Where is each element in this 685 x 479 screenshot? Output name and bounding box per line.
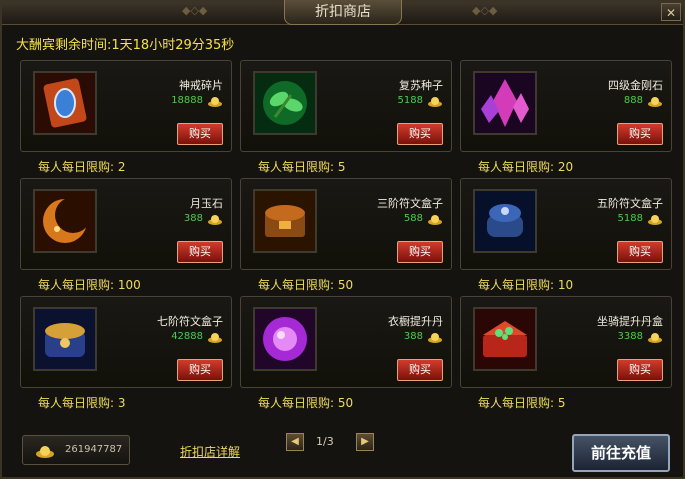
window-title: 折扣商店 (284, 0, 402, 25)
shop-item-card: 神戒碎片 18888 购买 (20, 60, 232, 152)
shop-item-card: 衣橱提升丹 388 购买 (240, 296, 452, 388)
shop-item-card: 五阶符文盒子 5188 购买 (460, 178, 672, 270)
mount-pill-box-icon (473, 307, 537, 371)
title-ornament-right: ◆◇◆ (472, 4, 498, 17)
item-price: 3388 (617, 331, 643, 342)
prev-page-button[interactable]: ◀ (286, 433, 304, 451)
moon-jade-icon (33, 189, 97, 253)
gold-ingot-icon (648, 215, 662, 225)
item-name: 三阶符文盒子 (377, 197, 443, 210)
shop-item-card: 月玉石 388 购买 (20, 178, 232, 270)
daily-limit-text: 每人每日限购: 5 (478, 396, 566, 410)
sale-timer: 大酬宾剩余时间:1天18小时29分35秒 (16, 38, 235, 53)
item-price: 18888 (171, 95, 203, 106)
buy-button[interactable]: 购买 (617, 359, 663, 381)
shop-details-link[interactable]: 折扣店详解 (180, 443, 240, 460)
buy-button[interactable]: 购买 (397, 123, 443, 145)
item-price: 588 (403, 213, 423, 224)
daily-limit-text: 每人每日限购: 3 (38, 396, 126, 410)
buy-button[interactable]: 购买 (177, 241, 223, 263)
daily-limit-text: 每人每日限购: 50 (258, 396, 354, 410)
gold-ingot-icon (208, 215, 222, 225)
gold-amount: 261947787 (65, 444, 123, 455)
daily-limit-text: 每人每日限购: 10 (478, 278, 574, 292)
buy-button[interactable]: 购买 (617, 123, 663, 145)
item-price: 888 (623, 95, 643, 106)
item-name: 七阶符文盒子 (157, 315, 223, 328)
item-price: 42888 (171, 331, 203, 342)
buy-button[interactable]: 购买 (177, 123, 223, 145)
daily-limit-text: 每人每日限购: 20 (478, 160, 574, 174)
shop-item-card: 复苏种子 5188 购买 (240, 60, 452, 152)
gold-ingot-icon (428, 215, 442, 225)
discount-shop-window: ◆◇◆ 折扣商店 ◆◇◆ ✕ 大酬宾剩余时间:1天18小时29分35秒 神戒碎片… (0, 0, 685, 479)
gold-ingot-icon (208, 97, 222, 107)
item-price: 388 (403, 331, 423, 342)
rune-box-5-icon (473, 189, 537, 253)
recharge-button[interactable]: 前往充值 (572, 434, 670, 472)
item-name: 复苏种子 (399, 79, 443, 92)
crystal-icon (473, 71, 537, 135)
rune-box-7-icon (33, 307, 97, 371)
daily-limit-text: 每人每日限购: 50 (258, 278, 354, 292)
buy-button[interactable]: 购买 (397, 241, 443, 263)
shop-item-card: 坐骑提升丹盒 3388 购买 (460, 296, 672, 388)
page-indicator: 1/3 (316, 435, 334, 448)
item-price: 5188 (617, 213, 643, 224)
item-name: 五阶符文盒子 (597, 197, 663, 210)
title-ornament-left: ◆◇◆ (182, 4, 208, 17)
gold-ingot-icon (648, 97, 662, 107)
item-price: 388 (183, 213, 203, 224)
shop-item-card: 四级金刚石 888 购买 (460, 60, 672, 152)
gold-ingot-icon (36, 446, 54, 458)
shop-item-card: 七阶符文盒子 42888 购买 (20, 296, 232, 388)
daily-limit-text: 每人每日限购: 5 (258, 160, 346, 174)
daily-limit-text: 每人每日限购: 2 (38, 160, 126, 174)
seed-icon (253, 71, 317, 135)
buy-button[interactable]: 购买 (177, 359, 223, 381)
buy-button[interactable]: 购买 (617, 241, 663, 263)
buy-button[interactable]: 购买 (397, 359, 443, 381)
shop-item-card: 三阶符文盒子 588 购买 (240, 178, 452, 270)
item-name: 四级金刚石 (608, 79, 663, 92)
item-price: 5188 (397, 95, 423, 106)
close-button[interactable]: ✕ (661, 3, 681, 21)
item-name: 坐骑提升丹盒 (597, 315, 663, 328)
gold-ingot-icon (428, 333, 442, 343)
wardrobe-pill-icon (253, 307, 317, 371)
ring-shard-icon (33, 71, 97, 135)
title-bar: ◆◇◆ 折扣商店 ◆◇◆ ✕ (2, 0, 683, 25)
item-name: 月玉石 (190, 197, 223, 210)
next-page-button[interactable]: ▶ (356, 433, 374, 451)
gold-ingot-icon (208, 333, 222, 343)
gold-balance: 261947787 (22, 435, 130, 465)
daily-limit-text: 每人每日限购: 100 (38, 278, 141, 292)
gold-ingot-icon (428, 97, 442, 107)
item-name: 神戒碎片 (179, 79, 223, 92)
item-name: 衣橱提升丹 (388, 315, 443, 328)
gold-ingot-icon (648, 333, 662, 343)
rune-box-3-icon (253, 189, 317, 253)
